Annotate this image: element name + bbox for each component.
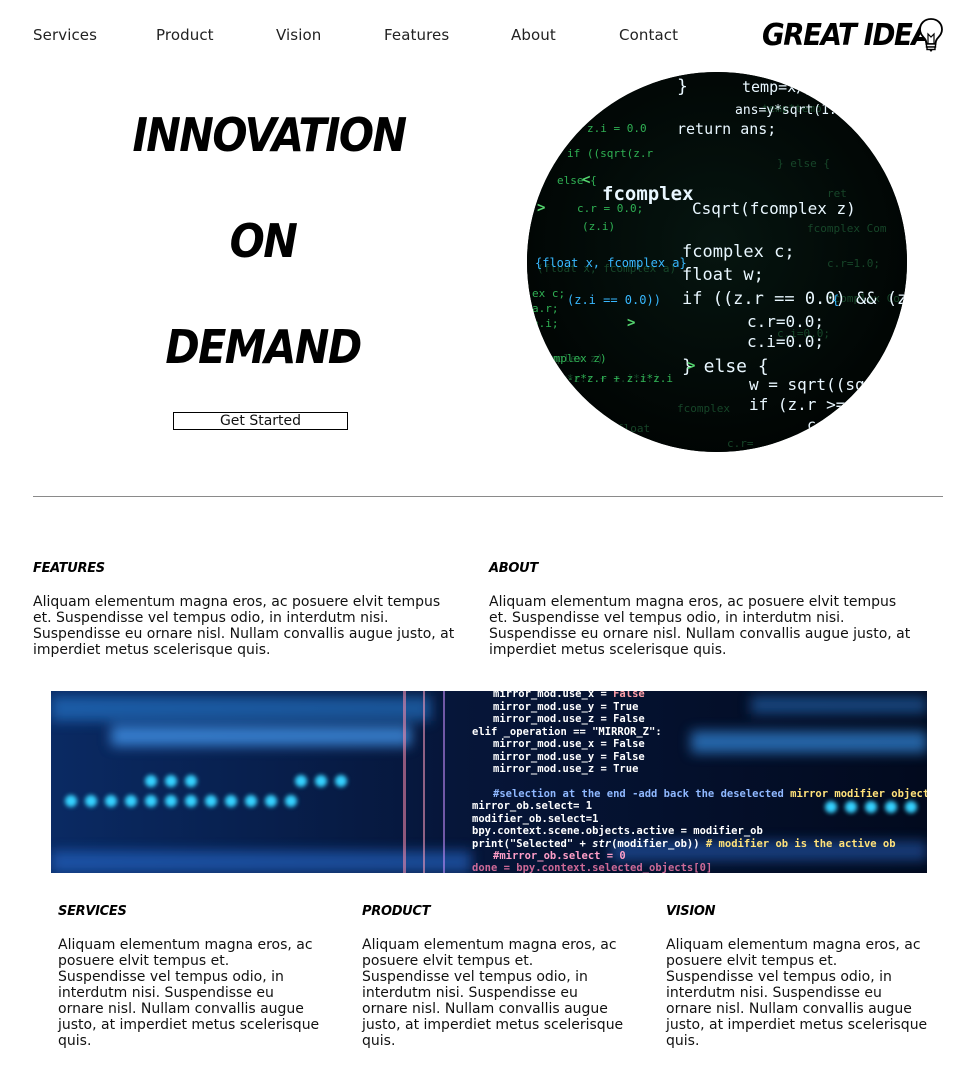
product-heading: PRODUCT (362, 904, 431, 919)
svg-text:if ((sqrt(z.r: if ((sqrt(z.r (567, 147, 653, 160)
svg-text:modifier_ob.select=1: modifier_ob.select=1 (472, 813, 598, 825)
svg-text:}: } (677, 76, 688, 97)
svg-text:elif _operation == "MIRROR_Z":: elif _operation == "MIRROR_Z": (472, 726, 662, 738)
features-text: Aliquam elementum magna eros, ac posuere… (33, 594, 455, 658)
svg-text:mirror_mod.use_z = False: mirror_mod.use_z = False (493, 713, 645, 725)
svg-text:done = bpy.context.selected_ob: done = bpy.context.selected_objects[0] (472, 862, 712, 873)
svg-text:#selection at the end -add bac: #selection at the end -add back the dese… (493, 788, 927, 800)
svg-text:(z.i == 0.0)): (z.i == 0.0)) (567, 293, 661, 307)
vision-heading: VISION (666, 904, 716, 919)
svg-text:w = sqrt((sqrt(z.r: w = sqrt((sqrt(z.r (749, 375, 907, 394)
svg-text:else {: else { (557, 174, 597, 187)
svg-text:mirror_mod.use_y = True: mirror_mod.use_y = True (493, 701, 638, 713)
svg-text:fcomplex c;: fcomplex c; (682, 242, 795, 262)
svg-text:if (z.r >= 0.0): if (z.r >= 0.0) (749, 395, 894, 414)
about-heading: ABOUT (489, 561, 538, 576)
svg-text:Csqrt(fcomplex z): Csqrt(fcomplex z) (692, 199, 856, 218)
services-text: Aliquam elementum magna eros, ac posuere… (58, 937, 320, 1049)
logo[interactable]: GREAT IDEA (762, 16, 946, 56)
svg-text:c.r: c.r (807, 416, 834, 434)
product-text: Aliquam elementum magna eros, ac posuere… (362, 937, 624, 1049)
svg-text:>: > (627, 315, 635, 331)
hero-code-image: temp*temp } else { ret fcomplex Com c.r=… (527, 72, 907, 452)
logo-text: GREAT IDEA (762, 18, 933, 53)
svg-text:float: float (617, 422, 650, 435)
nav-link-contact[interactable]: Contact (619, 26, 678, 44)
svg-text:mirror_mod.use_x = False: mirror_mod.use_x = False (493, 691, 645, 700)
lightbulb-icon (919, 18, 943, 52)
svg-text:mirror_mod.use_x = False: mirror_mod.use_x = False (493, 738, 645, 750)
svg-text:mirror_mod.use_z = True: mirror_mod.use_z = True (493, 763, 638, 775)
svg-text:#mirror_ob.select = 0: #mirror_ob.select = 0 (493, 850, 626, 862)
svg-text:omplex z): omplex z) (547, 352, 607, 365)
svg-text:a.r;: a.r; (532, 302, 559, 315)
svg-text:>: > (687, 358, 695, 374)
svg-text:c.r=0.0;: c.r=0.0; (747, 312, 824, 331)
svg-text:c.r=: c.r= (727, 437, 754, 450)
code-screen-image: temp*temp } else { ret fcomplex Com c.r=… (527, 72, 907, 452)
nav-link-features[interactable]: Features (384, 26, 449, 44)
svg-text:a.i;: a.i; (532, 317, 559, 330)
svg-text:c.r=1.0;: c.r=1.0; (827, 257, 880, 270)
svg-text:z.i = 0.0: z.i = 0.0 (587, 122, 647, 135)
svg-text:temp=x/y;: temp=x/y; (742, 78, 823, 96)
svg-text:(z.i): (z.i) (582, 220, 615, 233)
hero-title-line-3: DEMAND (165, 320, 362, 374)
code-banner-image: mirror_mod.use_x = False mirror_mod.use_… (51, 691, 927, 873)
svg-text:-r*z.r + z.i*z.i: -r*z.r + z.i*z.i (567, 372, 673, 385)
hero-title-line-1: INNOVATION (132, 108, 408, 162)
svg-text:<: < (582, 172, 590, 188)
services-heading: SERVICES (58, 904, 127, 919)
svg-text:>: > (537, 200, 545, 216)
svg-text:return ans;: return ans; (677, 120, 776, 138)
svg-text:{float x, fcomplex a}: {float x, fcomplex a} (535, 256, 687, 270)
svg-text:bpy.context.scene.objects.acti: bpy.context.scene.objects.active = modif… (472, 825, 763, 837)
nav-link-services[interactable]: Services (33, 26, 97, 44)
nav-link-about[interactable]: About (511, 26, 556, 44)
svg-text:fcomplex: fcomplex (602, 183, 694, 205)
section-divider (33, 496, 943, 497)
hero-title-line-2: ON (229, 214, 298, 268)
svg-text:fcomplex Com: fcomplex Com (807, 222, 887, 235)
banner-code-image: mirror_mod.use_x = False mirror_mod.use_… (51, 691, 927, 873)
nav-link-product[interactable]: Product (156, 26, 214, 44)
about-text: Aliquam elementum magna eros, ac posuere… (489, 594, 911, 658)
svg-text:mirror_ob.select= 1: mirror_ob.select= 1 (472, 800, 592, 812)
svg-text:} else {: } else { (777, 157, 830, 170)
svg-text:ex c;: ex c; (532, 287, 565, 300)
features-heading: FEATURES (33, 561, 105, 576)
svg-text:mirror_mod.use_y = False: mirror_mod.use_y = False (493, 751, 645, 763)
svg-text:fcomplex: fcomplex (677, 402, 730, 415)
svg-text:c.i=0.0;: c.i=0.0; (747, 332, 824, 351)
nav-link-vision[interactable]: Vision (276, 26, 321, 44)
vision-text: Aliquam elementum magna eros, ac posuere… (666, 937, 928, 1049)
svg-text:print("Selected" + str(modifie: print("Selected" + str(modifier_ob)) # m… (472, 838, 896, 850)
svg-text:ans=y*sqrt(1.0+temp: ans=y*sqrt(1.0+temp (735, 103, 884, 118)
get-started-button[interactable]: Get Started (173, 412, 348, 430)
svg-text:if ((z.r == 0.0) && (z.i == 0.: if ((z.r == 0.0) && (z.i == 0.0)) (682, 289, 907, 309)
svg-text:float w;: float w; (682, 265, 764, 285)
svg-text:{: { (832, 293, 839, 307)
